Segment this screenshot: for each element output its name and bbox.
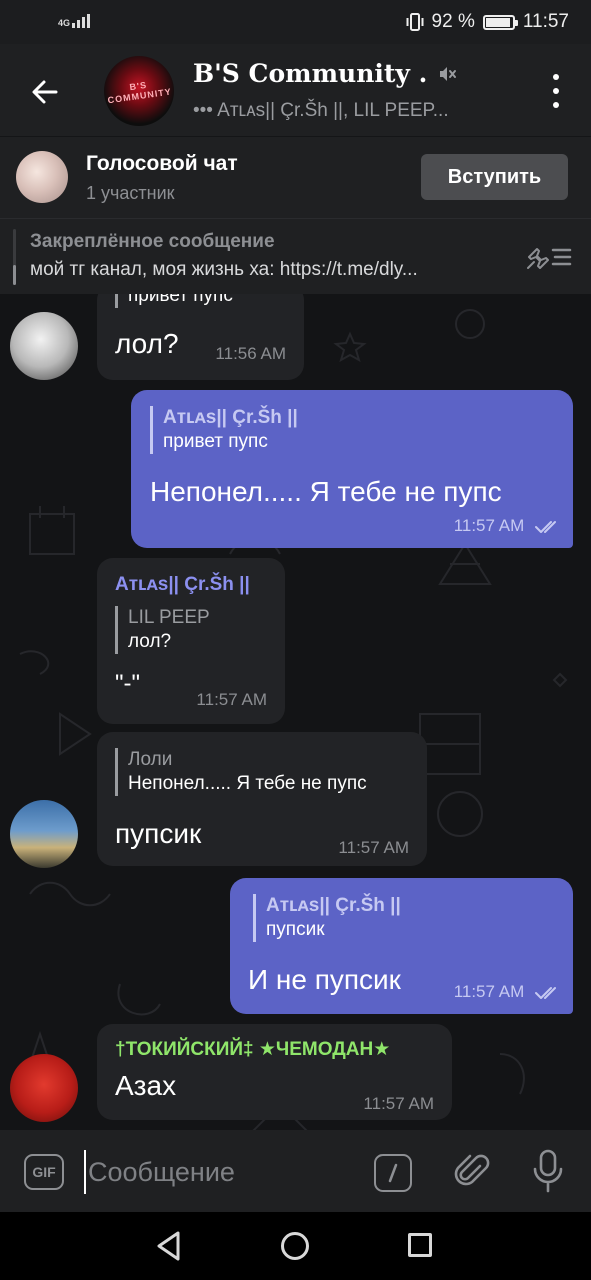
reply-text: лол?	[128, 631, 172, 652]
message-text: лол?	[115, 328, 179, 359]
message-text: "-"	[115, 670, 141, 697]
voice-chat-title: Голосовой чат	[86, 152, 238, 175]
reply-preview[interactable]: LIL PEEP лол?	[115, 606, 210, 654]
message-text: И не пупсик	[248, 964, 401, 995]
voice-chat-participants: 1 участник	[86, 183, 175, 203]
clock: 11:57	[522, 11, 569, 32]
message-time: 11:57 AM	[196, 690, 267, 709]
sender-name[interactable]: Aтʟᴀs|| Çr.Šh ||	[115, 574, 250, 596]
pinned-message-bar[interactable]: Закреплённое сообщение мой тг канал, моя…	[0, 218, 591, 294]
message-time: 11:57 AM	[338, 838, 409, 857]
sender-name[interactable]: †ТОКИЙСКИЙ‡ ★ЧЕМОДАН★	[115, 1038, 390, 1061]
avatar-sender-1[interactable]	[10, 312, 78, 380]
double-check-icon	[535, 986, 556, 999]
group-avatar[interactable]: B'S COMMUNITY	[104, 56, 174, 126]
reply-text: привет пупс	[128, 294, 233, 306]
group-subtitle: ••• Aтʟᴀs|| Çr.Šh ||, LIL PEEP...	[193, 100, 449, 121]
reply-author: LIL PEEP	[128, 607, 210, 628]
microphone-icon[interactable]	[530, 1148, 566, 1194]
vibrate-icon	[406, 12, 424, 32]
message-time-row: 11:57 AM	[454, 982, 561, 1002]
avatar-logo-text: B'S COMMUNITY	[107, 79, 173, 106]
group-title: B'S Community .	[193, 59, 428, 88]
message-text: Азах	[115, 1070, 177, 1101]
network-type: 4G	[58, 18, 71, 28]
paperclip-icon[interactable]	[454, 1150, 490, 1194]
reply-author: Aтʟᴀs|| Çr.Šh ||	[266, 895, 401, 916]
unpin-icon[interactable]	[525, 243, 573, 271]
nav-home-icon[interactable]	[281, 1232, 309, 1260]
battery-percent: 92 %	[431, 11, 475, 32]
nav-recents-icon[interactable]	[408, 1233, 432, 1257]
signal-bars-icon	[72, 12, 91, 28]
message-input-bar: GIF	[0, 1130, 591, 1212]
back-arrow-icon	[32, 80, 58, 104]
reply-text: пупсик	[266, 919, 325, 940]
message-bubble-6[interactable]: †ТОКИЙСКИЙ‡ ★ЧЕМОДАН★ Азах 11:57 AM	[97, 1024, 452, 1120]
reply-preview[interactable]: привет пупс	[115, 294, 233, 308]
avatar-sender-2[interactable]	[10, 800, 78, 868]
message-bubble-3[interactable]: Aтʟᴀs|| Çr.Šh || LIL PEEP лол? "-" 11:57…	[97, 558, 285, 724]
mute-icon	[440, 66, 457, 81]
chat-header: B'S COMMUNITY B'S Community . ••• Aтʟᴀs|…	[0, 44, 591, 136]
message-text: пупсик	[115, 818, 202, 849]
message-time: 11:57 AM	[453, 982, 525, 1001]
reply-preview[interactable]: Aтʟᴀs|| Çr.Šh || пупсик	[253, 894, 401, 942]
pinned-indicator	[13, 229, 16, 285]
reply-preview[interactable]: Лоли Непонел..... Я тебе не пупс	[115, 748, 367, 796]
reply-text: привет пупс	[163, 431, 268, 452]
voice-chat-avatar	[16, 151, 68, 203]
signal-indicator: 4G	[58, 12, 91, 28]
more-vert-icon[interactable]	[551, 74, 561, 108]
command-icon[interactable]	[374, 1154, 412, 1192]
join-voice-chat-button[interactable]: Вступить	[421, 154, 568, 200]
message-bubble-5[interactable]: Aтʟᴀs|| Çr.Šh || пупсик И не пупсик 11:5…	[230, 878, 573, 1014]
message-bubble-1[interactable]: привет пупс лол? 11:56 AM	[97, 294, 304, 380]
message-time-row: 11:57 AM	[454, 516, 561, 536]
group-title-row[interactable]: B'S Community .	[193, 59, 457, 88]
message-text: Непонел..... Я тебе не пупс	[150, 476, 502, 507]
reply-author: Лоли	[128, 749, 173, 770]
message-bubble-4[interactable]: Лоли Непонел..... Я тебе не пупс пупсик …	[97, 732, 427, 866]
pinned-text: мой тг канал, моя жизнь ха: https://t.me…	[30, 259, 418, 280]
voice-chat-bar[interactable]: Голосовой чат 1 участник Вступить	[0, 136, 591, 218]
system-navigation-bar	[0, 1212, 591, 1280]
reply-text: Непонел..... Я тебе не пупс	[128, 773, 367, 794]
double-check-icon	[535, 520, 556, 533]
chat-area[interactable]: привет пупс лол? 11:56 AM Aтʟᴀs|| Çr.Šh …	[0, 294, 591, 1130]
status-bar: 4G 92 % 11:57	[0, 0, 591, 44]
nav-back-icon[interactable]	[154, 1230, 184, 1262]
reply-preview[interactable]: Aтʟᴀs|| Çr.Šh || привет пупс	[150, 406, 298, 454]
gif-icon[interactable]: GIF	[24, 1154, 64, 1190]
message-time: 11:57 AM	[453, 516, 525, 535]
avatar-sender-3[interactable]	[10, 1054, 78, 1122]
message-time: 11:56 AM	[215, 344, 286, 363]
message-bubble-2[interactable]: Aтʟᴀs|| Çr.Šh || привет пупс Непонел....…	[131, 390, 573, 548]
battery-icon	[482, 14, 518, 30]
reply-author: Aтʟᴀs|| Çr.Šh ||	[163, 407, 298, 428]
message-time: 11:57 AM	[363, 1094, 434, 1113]
message-input[interactable]	[84, 1150, 354, 1194]
back-button[interactable]	[26, 72, 66, 112]
pinned-title: Закреплённое сообщение	[30, 231, 275, 252]
